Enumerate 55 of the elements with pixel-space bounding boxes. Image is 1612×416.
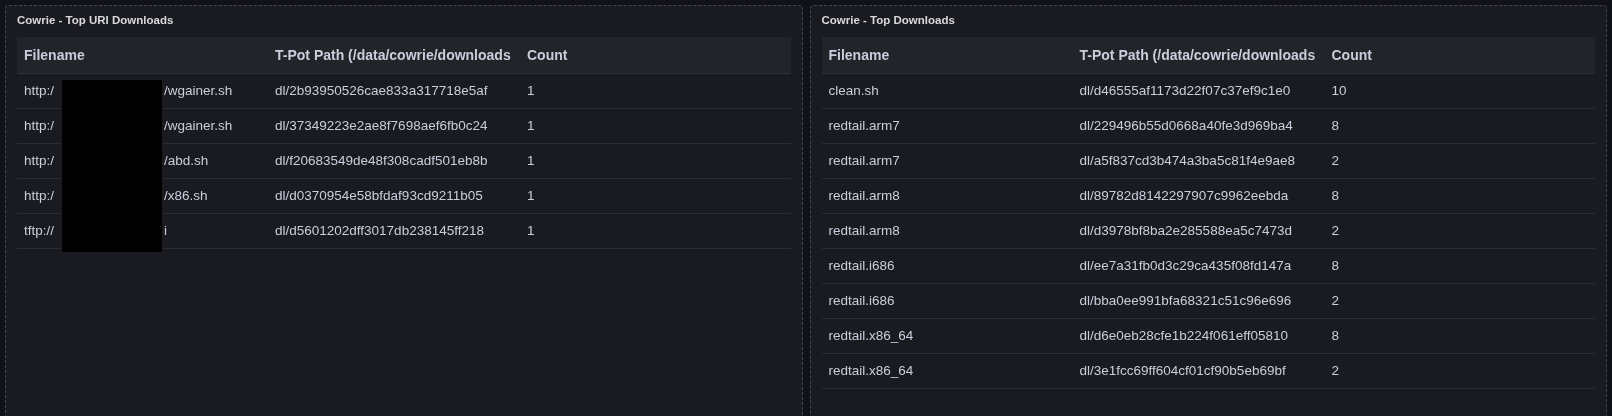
table-cell-text: 8 [1331,326,1339,345]
table-cell-text: 10 [1331,81,1347,100]
filename-text: redtail.x86_64 [828,326,914,345]
filename-text: redtail.arm8 [828,221,900,240]
table-cell-text: dl/229496b55d0668a40fe3d969ba4 [1079,116,1294,135]
column-header[interactable]: T-Pot Path (/data/cowrie/downloads [1079,44,1332,66]
filename-text: /x86.sh [164,186,208,205]
filename-text: redtail.i686 [828,291,895,310]
column-header[interactable]: Filename [821,44,1080,66]
table-cell-text: 2 [1331,361,1339,380]
panel-title: Cowrie - Top URI Downloads [17,13,175,28]
panel-title: Cowrie - Top Downloads [821,13,956,28]
table-cell-text: 1 [527,186,535,205]
table-cell-text: 8 [1331,256,1339,275]
table-cell-text: dl/d3978bf8ba2e285588ea5c7473d [1079,221,1293,240]
filename-text: redtail.i686 [828,256,895,275]
table-cell-text: dl/a5f837cd3b474a3ba5c81f4e9ae8 [1079,151,1296,170]
table-cell-text: dl/f20683549de48f308cadf501eb8b [275,151,489,170]
filename-text: redtail.x86_64 [828,361,914,380]
table-cell-text: dl/2b93950526cae833a317718e5af [275,81,489,100]
table-cell-text: 2 [1331,151,1339,170]
table-cell-text: dl/3e1fcc69ff604cf01cf90b5eb69bf [1079,361,1287,380]
table-cell-text: 8 [1331,186,1339,205]
table-cell-text: dl/ee7a31fb0d3c29ca435f08fd147a [1079,256,1293,275]
column-header[interactable]: Count [1331,44,1372,66]
filename-text: i [164,221,167,240]
table-cell-text: dl/bba0ee991bfa68321c51c96e696 [1079,291,1293,310]
filename-text: tftp:// [24,221,55,240]
table-cell-text: dl/89782d8142297907c9962eebda [1079,186,1290,205]
table-cell-text: 1 [527,221,535,240]
table-cell-text: dl/37349223e2ae8f7698aef6fb0c24 [275,116,489,135]
table-cell-text: 2 [1331,291,1339,310]
table-cell-text: 2 [1331,221,1339,240]
filename-text: redtail.arm7 [828,116,900,135]
filename-text: /wgainer.sh [164,116,233,135]
column-header[interactable]: T-Pot Path (/data/cowrie/downloads [275,44,527,66]
filename-text: http:/ [24,186,56,205]
table-cell-text: 1 [527,81,535,100]
filename-text: redtail.arm8 [828,186,900,205]
table-cell-text: 1 [527,151,535,170]
filename-text: http:/ [24,116,56,135]
filename-text: clean.sh [828,81,879,100]
filename-text: http:/ [24,81,56,100]
filename-text: redtail.arm7 [828,151,900,170]
column-header[interactable]: Filename [17,44,275,66]
table-cell-text: 8 [1331,116,1339,135]
column-header[interactable]: Count [527,44,568,66]
table-cell-text: 1 [527,116,535,135]
filename-text: /abd.sh [164,151,209,170]
table-cell-text: dl/d5601202dff3017db238145ff218 [275,221,485,240]
table-cell-text: dl/d0370954e58bfdaf93cd9211b05 [275,186,484,205]
filename-text: http:/ [24,151,56,170]
filename-text: /wgainer.sh [164,81,233,100]
table-cell-text: dl/d6e0eb28cfe1b224f061eff05810 [1079,326,1289,345]
table-cell-text: dl/d46555af1173d22f07c37ef9c1e0 [1079,81,1292,100]
